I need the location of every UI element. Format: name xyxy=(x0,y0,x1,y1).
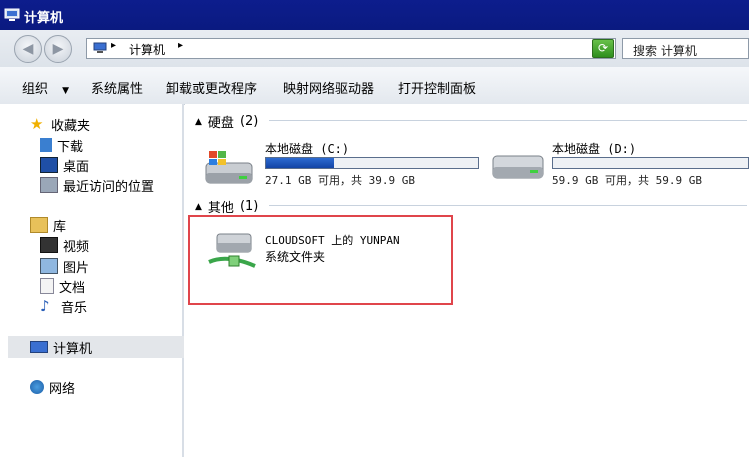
navigation-pane: ★ 收藏夹 下载 桌面 最近访问的位置 库 视频 图片 文档 ♪ 音乐 计算机 … xyxy=(0,104,184,457)
address-field[interactable]: ▸ 计算机 ▸ ▼ xyxy=(86,38,616,59)
search-input[interactable]: 搜索 计算机 xyxy=(622,38,749,59)
star-icon: ★ xyxy=(30,115,44,133)
sidebar-item-label: 库 xyxy=(53,219,67,235)
system-properties-button[interactable]: 系统属性 xyxy=(91,78,143,97)
group-count: (2) xyxy=(239,114,259,129)
sidebar-item-pictures[interactable]: 图片 xyxy=(40,256,89,276)
drive-usage-fill xyxy=(266,158,334,168)
drive-usage-bar xyxy=(265,157,479,169)
sidebar-item-label: 桌面 xyxy=(63,159,90,175)
sidebar-item-label: 音乐 xyxy=(61,300,88,316)
window-title: 计算机 xyxy=(24,11,64,26)
group-header-hard-disks[interactable]: ▲ 硬盘 (2) xyxy=(195,112,258,131)
video-icon xyxy=(40,237,58,253)
refresh-button[interactable]: ⟳ xyxy=(592,39,614,58)
uninstall-program-button[interactable]: 卸载或更改程序 xyxy=(166,78,257,97)
drive-item-c[interactable]: 本地磁盘 (C:) 27.1 GB 可用，共 39.9 GB xyxy=(203,134,483,194)
hard-drive-windows-icon xyxy=(205,151,253,184)
desktop-icon xyxy=(40,157,58,173)
sidebar-item-favorites[interactable]: ★ 收藏夹 xyxy=(30,114,90,134)
sidebar-item-label: 收藏夹 xyxy=(51,118,91,134)
sidebar-item-network[interactable]: 网络 xyxy=(30,377,75,397)
hard-drive-icon xyxy=(492,155,544,179)
drive-name: 本地磁盘 (C:) xyxy=(265,142,350,156)
sidebar-item-label: 图片 xyxy=(63,260,90,276)
drive-free-space: 27.1 GB 可用，共 39.9 GB xyxy=(265,174,415,187)
document-icon xyxy=(40,278,54,294)
group-divider xyxy=(269,120,747,121)
sidebar-item-label: 文档 xyxy=(59,280,86,296)
download-folder-icon xyxy=(40,138,52,152)
breadcrumb-computer[interactable]: 计算机 xyxy=(129,41,165,58)
sidebar-item-documents[interactable]: 文档 xyxy=(40,276,85,296)
back-button[interactable]: ◀ xyxy=(14,35,42,63)
group-label: 硬盘 xyxy=(207,116,234,131)
group-header-other[interactable]: ▲ 其他 (1) xyxy=(195,197,258,216)
refresh-icon: ⟳ xyxy=(597,41,609,55)
sidebar-item-label: 计算机 xyxy=(53,341,93,357)
music-note-icon: ♪ xyxy=(40,297,50,315)
sidebar-item-label: 视频 xyxy=(63,239,90,255)
forward-arrow-icon: ▶ xyxy=(52,41,64,57)
map-network-drive-button[interactable]: 映射网络驱动器 xyxy=(283,78,374,97)
recent-places-icon xyxy=(40,177,58,193)
computer-icon xyxy=(30,341,48,353)
back-arrow-icon: ◀ xyxy=(22,41,34,57)
address-bar-area: ◀ ▶ ▸ 计算机 ▸ ▼ ⟳ 搜索 计算机 xyxy=(0,30,749,68)
title-bar: 计算机 xyxy=(0,0,749,30)
organize-menu[interactable]: 组织 ▼ xyxy=(22,78,69,97)
sidebar-item-label: 下载 xyxy=(57,139,84,155)
collapse-triangle-icon[interactable]: ▲ xyxy=(195,202,202,212)
drive-free-space: 59.9 GB 可用，共 59.9 GB xyxy=(552,174,702,187)
picture-icon xyxy=(40,258,58,274)
sidebar-item-label: 最近访问的位置 xyxy=(63,179,155,195)
breadcrumb-chevron-icon[interactable]: ▸ xyxy=(178,40,183,51)
sidebar-item-desktop[interactable]: 桌面 xyxy=(40,155,89,175)
computer-icon xyxy=(4,8,20,21)
sidebar-item-libraries[interactable]: 库 xyxy=(30,215,66,235)
group-divider xyxy=(269,205,747,206)
command-bar: 组织 ▼ 系统属性 卸载或更改程序 映射网络驱动器 打开控制面板 xyxy=(0,67,749,105)
sidebar-item-computer[interactable]: 计算机 xyxy=(30,337,92,357)
group-label: 其他 xyxy=(207,201,234,216)
computer-icon xyxy=(93,42,107,53)
collapse-triangle-icon[interactable]: ▲ xyxy=(195,117,202,127)
sidebar-item-music[interactable]: ♪ 音乐 xyxy=(40,296,87,316)
annotation-highlight-box xyxy=(188,215,453,305)
sidebar-item-videos[interactable]: 视频 xyxy=(40,235,89,255)
forward-button[interactable]: ▶ xyxy=(44,35,72,63)
drive-name: 本地磁盘 (D:) xyxy=(552,142,637,156)
dropdown-arrow-icon: ▼ xyxy=(62,86,70,96)
network-icon xyxy=(30,380,44,394)
drive-item-d[interactable]: 本地磁盘 (D:) 59.9 GB 可用，共 59.9 GB xyxy=(490,134,749,194)
sidebar-item-downloads[interactable]: 下载 xyxy=(40,135,83,155)
group-count: (1) xyxy=(239,199,259,214)
sidebar-item-label: 网络 xyxy=(49,381,76,397)
sidebar-item-recent[interactable]: 最近访问的位置 xyxy=(40,175,154,195)
breadcrumb-chevron-icon[interactable]: ▸ xyxy=(111,40,116,51)
open-control-panel-button[interactable]: 打开控制面板 xyxy=(398,78,476,97)
library-folder-icon xyxy=(30,217,48,233)
organize-label: 组织 xyxy=(22,82,49,97)
drive-usage-bar xyxy=(552,157,749,169)
